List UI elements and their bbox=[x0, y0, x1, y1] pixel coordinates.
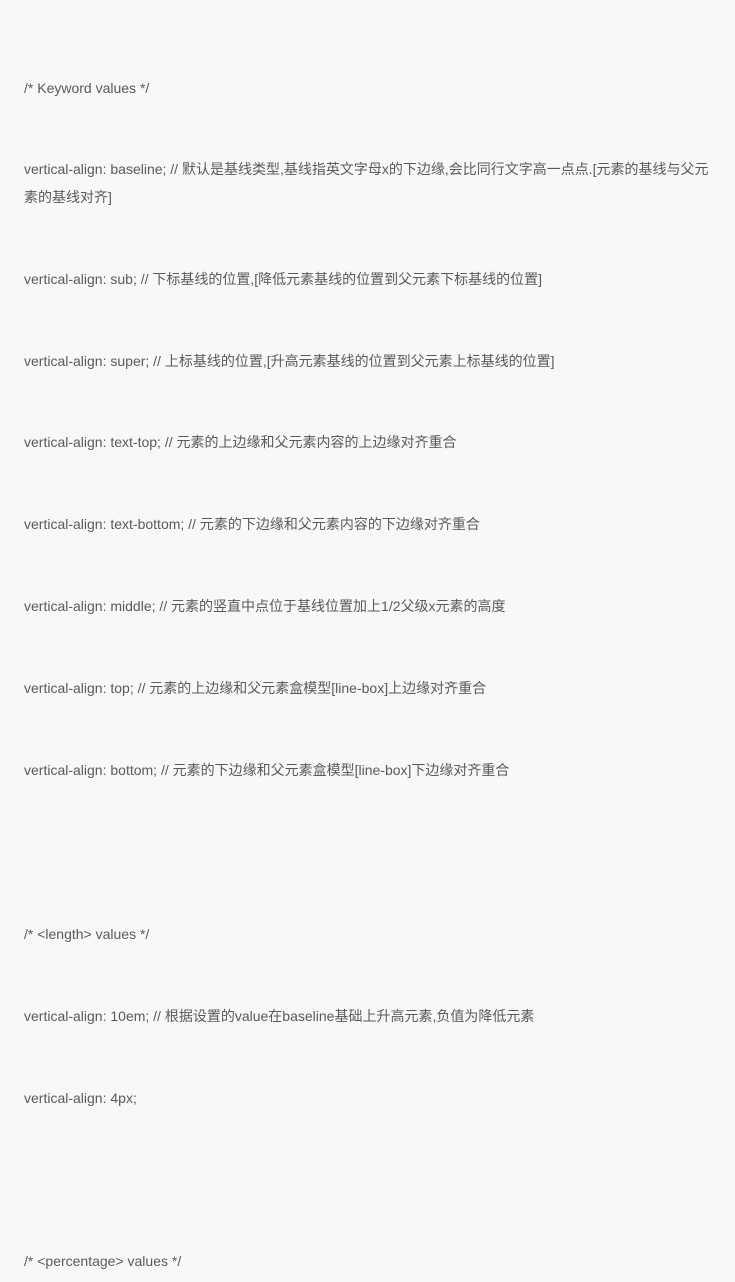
code-line: vertical-align: text-top; // 元素的上边缘和父元素内… bbox=[24, 429, 711, 456]
code-line: vertical-align: 4px; bbox=[24, 1085, 711, 1112]
code-block: /* Keyword values */ vertical-align: bas… bbox=[24, 20, 711, 1282]
code-line: vertical-align: super; // 上标基线的位置,[升高元素基… bbox=[24, 348, 711, 375]
code-line: vertical-align: bottom; // 元素的下边缘和父元素盒模型… bbox=[24, 757, 711, 784]
code-line: vertical-align: 10em; // 根据设置的value在base… bbox=[24, 1003, 711, 1030]
code-line: vertical-align: baseline; // 默认是基线类型,基线指… bbox=[24, 156, 711, 211]
code-line: vertical-align: middle; // 元素的竖直中点位于基线位置… bbox=[24, 593, 711, 620]
code-line: vertical-align: sub; // 下标基线的位置,[降低元素基线的… bbox=[24, 266, 711, 293]
code-line bbox=[24, 839, 711, 866]
code-line: /* Keyword values */ bbox=[24, 75, 711, 102]
code-line bbox=[24, 1166, 711, 1193]
code-line: /* <length> values */ bbox=[24, 921, 711, 948]
code-line: /* <percentage> values */ bbox=[24, 1248, 711, 1275]
code-line: vertical-align: text-bottom; // 元素的下边缘和父… bbox=[24, 511, 711, 538]
code-line: vertical-align: top; // 元素的上边缘和父元素盒模型[li… bbox=[24, 675, 711, 702]
